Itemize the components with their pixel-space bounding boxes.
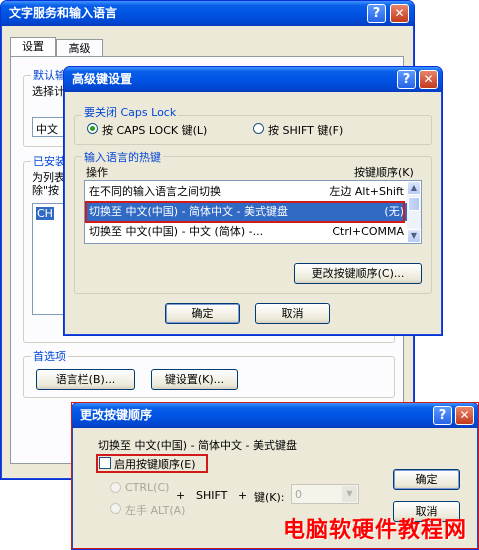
tab-advanced-label: 高级 <box>68 42 91 55</box>
hotkey-row-action: 切换至 中文(中国) - 中文 (简体) -... <box>89 225 264 238</box>
win2-help-button[interactable]: ? <box>397 70 416 89</box>
win2-ok-button[interactable]: 确定 <box>165 303 240 324</box>
language-bar-button[interactable]: 语言栏(B)... <box>36 369 135 390</box>
hotkey-row[interactable]: 切换至 中文(中国) - 中文 (简体) -... Ctrl+COMMA <box>87 223 407 241</box>
hotkey-list-scrollbar[interactable]: ▲ ▼ <box>407 181 421 243</box>
win1-titlebar[interactable]: 文字服务和输入语言 <box>1 1 414 26</box>
win1-help-button[interactable]: ? <box>367 4 386 23</box>
hotkey-row[interactable]: 在不同的输入语言之间切换 左边 Alt+Shift <box>87 183 407 201</box>
key-settings-button[interactable]: 键设置(K)... <box>151 369 238 390</box>
tab-settings[interactable]: 设置 <box>10 37 56 58</box>
default-language-value: 中文 <box>36 123 58 136</box>
preferences-group-label: 首选项 <box>31 348 68 364</box>
shift-radio[interactable] <box>253 123 264 134</box>
watermark-text: 电脑软硬件教程网 <box>283 518 468 543</box>
win2-cancel-button[interactable]: 取消 <box>255 303 330 324</box>
caps-lock-group-label: 要关闭 Caps Lock <box>82 104 179 120</box>
column-sequence-label: 按键顺序(K) <box>354 166 414 179</box>
hotkey-row-keys: Ctrl+COMMA <box>332 225 404 238</box>
win2-titlebar[interactable]: 高级键设置 <box>64 67 442 92</box>
hotkey-row-action: 在不同的输入语言之间切换 <box>89 185 221 198</box>
scroll-thumb[interactable] <box>408 197 420 211</box>
installed-desc-line2: 除"按 <box>32 184 60 197</box>
win1-title: 文字服务和输入语言 <box>9 6 118 20</box>
highlight-box-row <box>85 201 405 223</box>
caps-lock-radio[interactable] <box>87 123 98 134</box>
hotkey-group-label: 输入语言的热键 <box>82 149 163 165</box>
shift-radio-label[interactable]: 按 SHIFT 键(F) <box>268 122 343 138</box>
default-language-desc: 选择计 <box>32 85 65 98</box>
change-key-sequence-button[interactable]: 更改按键顺序(C)... <box>294 263 422 284</box>
column-action-label: 操作 <box>86 166 108 179</box>
scroll-down-icon[interactable]: ▼ <box>407 229 421 243</box>
tab-settings-label: 设置 <box>22 40 44 53</box>
win2-close-button[interactable]: ✕ <box>419 70 438 89</box>
advanced-key-settings-window: 高级键设置 ? ✕ 要关闭 Caps Lock 按 CAPS LOCK 键(L)… <box>63 66 443 336</box>
installed-item-ch[interactable]: CH <box>36 207 54 220</box>
win2-title: 高级键设置 <box>72 72 133 86</box>
caps-lock-radio-label[interactable]: 按 CAPS LOCK 键(L) <box>102 122 207 138</box>
scroll-up-icon[interactable]: ▲ <box>407 181 421 195</box>
hotkey-row-keys: 左边 Alt+Shift <box>329 185 404 198</box>
win1-close-button[interactable]: ✕ <box>390 4 409 23</box>
